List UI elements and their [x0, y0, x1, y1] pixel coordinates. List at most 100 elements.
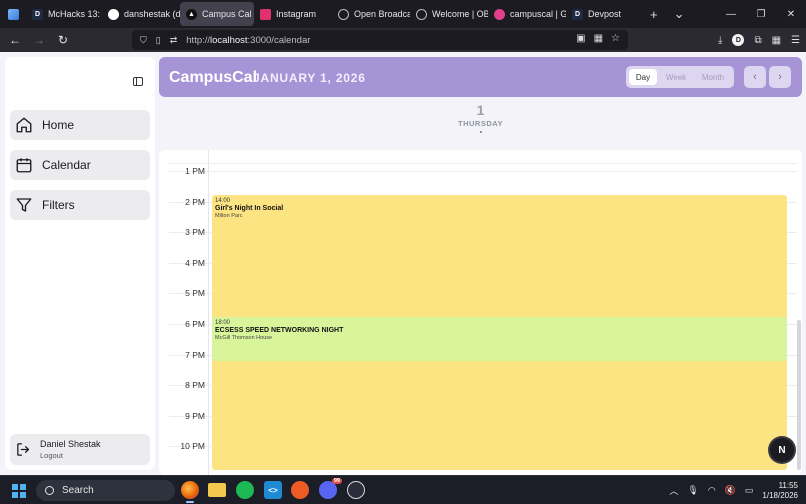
- clock-date: 1/18/2026: [762, 490, 798, 500]
- app-menu-icon[interactable]: [0, 0, 26, 28]
- calendar-header: CampusCal JANUARY 1, 2026 Day Week Month…: [159, 57, 802, 97]
- windows-start-icon[interactable]: [12, 484, 26, 498]
- current-date-title: JANUARY 1, 2026: [253, 71, 366, 85]
- browser-tab[interactable]: Welcome | OBS: [410, 2, 488, 26]
- tab-label: Open Broadcas: [354, 9, 410, 19]
- file-explorer-icon[interactable]: [208, 483, 226, 497]
- extensions-icon[interactable]: ⧉: [754, 35, 761, 46]
- discord-icon[interactable]: 99: [319, 478, 342, 499]
- hour-label: 9 PM: [185, 410, 205, 421]
- filter-icon: [16, 198, 32, 212]
- hour-label: 4 PM: [185, 257, 205, 268]
- minimize-icon[interactable]: —: [716, 9, 746, 20]
- close-window-icon[interactable]: ✕: [776, 9, 806, 20]
- home-icon: [16, 117, 32, 133]
- today-indicator-dot: [479, 131, 482, 133]
- sidebar-collapse-icon[interactable]: [133, 77, 143, 86]
- qr-code-icon[interactable]: ▦: [594, 33, 603, 44]
- search-icon: [45, 486, 54, 495]
- prev-day-button[interactable]: ‹: [744, 66, 766, 88]
- calendar-scrollbar[interactable]: [797, 320, 801, 470]
- shield-icon[interactable]: ⛉: [140, 35, 147, 46]
- view-week-button[interactable]: Week: [659, 69, 693, 85]
- hour-label: 1 PM: [185, 166, 205, 176]
- devpost-icon: D: [572, 8, 583, 20]
- sidebar-item-filters[interactable]: Filters: [10, 190, 150, 220]
- vscode-icon[interactable]: <>: [264, 481, 282, 499]
- view-month-button[interactable]: Month: [695, 69, 731, 85]
- back-arrow-icon[interactable]: ←: [4, 33, 26, 47]
- reader-view-icon[interactable]: ▣: [576, 33, 585, 44]
- user-logout-button[interactable]: Daniel Shestak Logout: [10, 434, 150, 465]
- battery-icon[interactable]: ▭: [745, 485, 754, 496]
- hour-gridline: [169, 171, 797, 172]
- logout-link[interactable]: Logout: [40, 451, 101, 460]
- app-brand[interactable]: CampusCal: [169, 69, 257, 87]
- browser-tab[interactable]: D McHacks 13: M: [26, 2, 102, 26]
- next-dev-tools-button[interactable]: N: [770, 438, 794, 462]
- clock-time: 11:55: [778, 480, 798, 490]
- hour-label: 2 PM: [185, 196, 205, 207]
- tab-label: Devpost: [588, 9, 622, 19]
- system-tray: ︿ 🎙 ◠ 🔇 ▭ 11:55 1/18/2026: [669, 476, 798, 504]
- campuscal-icon: ▲: [186, 8, 197, 20]
- page-icon[interactable]: ▯: [156, 35, 161, 46]
- sidebar-item-home[interactable]: Home: [10, 110, 150, 140]
- firefox-icon[interactable]: [181, 481, 199, 503]
- sidebar-item-label: Home: [42, 118, 75, 132]
- hour-label: 6 PM: [185, 319, 205, 329]
- taskbar-search[interactable]: Search: [36, 480, 175, 501]
- account-avatar-icon[interactable]: D: [732, 34, 745, 46]
- tray-overflow-chevron-icon[interactable]: ︿: [669, 484, 678, 497]
- day-time-grid[interactable]: 1 PM 2 PM 3 PM 4 PM 5 PM 6 PM 7 PM 8 PM 9 PM 10 P…: [159, 150, 802, 475]
- pink-icon: [494, 8, 505, 20]
- spotify-icon[interactable]: [236, 481, 254, 499]
- restore-icon[interactable]: ❐: [746, 9, 776, 20]
- event-time: 14:00: [215, 198, 231, 204]
- postman-icon[interactable]: [291, 481, 309, 499]
- new-tab-icon[interactable]: +: [642, 7, 666, 22]
- devpost-icon: D: [32, 8, 43, 20]
- sidebar-item-label: Filters: [42, 198, 75, 212]
- day-column-header[interactable]: 1 THURSDAY: [159, 102, 802, 133]
- browser-tab[interactable]: campuscal | Gu: [488, 2, 566, 26]
- wifi-icon[interactable]: ◠: [708, 485, 716, 496]
- tab-list-chevron-icon[interactable]: ⌄: [666, 6, 693, 22]
- address-bar[interactable]: ⛉ ▯ ⇄ http://localhost:3000/calendar ▣ ▦…: [132, 30, 628, 50]
- hamburger-menu-icon[interactable]: ☰: [791, 35, 800, 46]
- next-day-button[interactable]: ›: [769, 66, 791, 88]
- obs-icon[interactable]: [347, 481, 365, 499]
- forward-arrow-icon[interactable]: →: [28, 33, 50, 47]
- url-text[interactable]: http://localhost:3000/calendar: [186, 35, 310, 46]
- permissions-icon[interactable]: ⇄: [170, 35, 178, 46]
- microphone-icon[interactable]: 🎙: [687, 485, 698, 496]
- day-number: 1: [476, 102, 485, 118]
- globe-icon: [416, 8, 427, 20]
- calendar-icon: [16, 158, 32, 173]
- volume-muted-icon[interactable]: 🔇: [725, 485, 736, 496]
- bookmark-star-icon[interactable]: ☆: [611, 33, 620, 44]
- browser-tab[interactable]: Instagram: [254, 2, 332, 26]
- sidebar-item-label: Calendar: [42, 158, 91, 172]
- user-name: Daniel Shestak: [40, 439, 101, 449]
- tab-label: Instagram: [276, 9, 317, 19]
- sidebar-item-calendar[interactable]: Calendar: [10, 150, 150, 180]
- event-card[interactable]: 18:00 ECSESS SPEED NETWORKING NIGHT McGi…: [212, 317, 787, 361]
- tab-label: campuscal | Gu: [510, 9, 566, 19]
- downloads-icon[interactable]: ⤓: [718, 35, 722, 46]
- view-day-button[interactable]: Day: [629, 69, 657, 85]
- browser-tab[interactable]: Open Broadcas: [332, 2, 410, 26]
- tab-label: McHacks 13: M: [48, 9, 102, 19]
- instagram-icon: [260, 8, 271, 20]
- day-name: THURSDAY: [458, 119, 503, 128]
- browser-tab[interactable]: danshestak (da: [102, 2, 180, 26]
- grid-apps-icon[interactable]: ▦: [772, 35, 781, 46]
- hour-gridline: [169, 163, 797, 164]
- tab-label: danshestak (da: [124, 9, 180, 19]
- taskbar-clock[interactable]: 11:55 1/18/2026: [762, 481, 798, 501]
- browser-tab-strip: D McHacks 13: M danshestak (da ▲ Campus …: [0, 0, 806, 28]
- reload-icon[interactable]: ↻: [52, 33, 74, 47]
- browser-tab-active[interactable]: ▲ Campus Cal ✕: [180, 2, 254, 26]
- hour-label: 8 PM: [185, 380, 205, 391]
- browser-tab[interactable]: D Devpost: [566, 2, 642, 26]
